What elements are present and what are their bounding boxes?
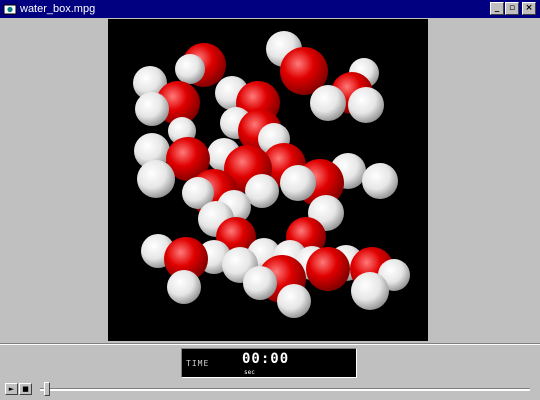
hydrogen-atom (310, 85, 346, 121)
hydrogen-atom (137, 160, 175, 198)
time-readout: 00:00 (242, 351, 290, 367)
play-button[interactable]: ► (5, 383, 18, 395)
title-bar[interactable]: water_box.mpg _ ▫ × (0, 0, 540, 18)
hydrogen-atom (135, 92, 169, 126)
minimize-button[interactable]: _ (490, 2, 504, 15)
hydrogen-atom (362, 163, 398, 199)
hydrogen-atom (348, 87, 384, 123)
hydrogen-atom (243, 266, 277, 300)
time-display: TIME 00:00 sec (181, 348, 357, 378)
hydrogen-atom (280, 165, 316, 201)
close-button[interactable]: × (522, 2, 536, 15)
hydrogen-atom (277, 284, 311, 318)
hydrogen-atom (351, 272, 389, 310)
seek-track[interactable] (40, 388, 530, 391)
oxygen-atom (306, 247, 350, 291)
maximize-button[interactable]: ▫ (505, 2, 519, 15)
seek-thumb[interactable] (44, 382, 50, 396)
video-frame (108, 19, 428, 341)
media-player-icon (3, 4, 17, 15)
display-mode-label: TIME (186, 359, 210, 368)
hydrogen-atom (167, 270, 201, 304)
time-unit: sec (244, 369, 255, 376)
hydrogen-atom (175, 54, 205, 84)
separator (0, 343, 540, 345)
window-title: water_box.mpg (20, 3, 96, 15)
play-icon: ► (8, 385, 15, 393)
stop-button[interactable]: ■ (19, 383, 32, 395)
stop-icon: ■ (22, 385, 29, 393)
water-molecules-render (133, 31, 410, 318)
